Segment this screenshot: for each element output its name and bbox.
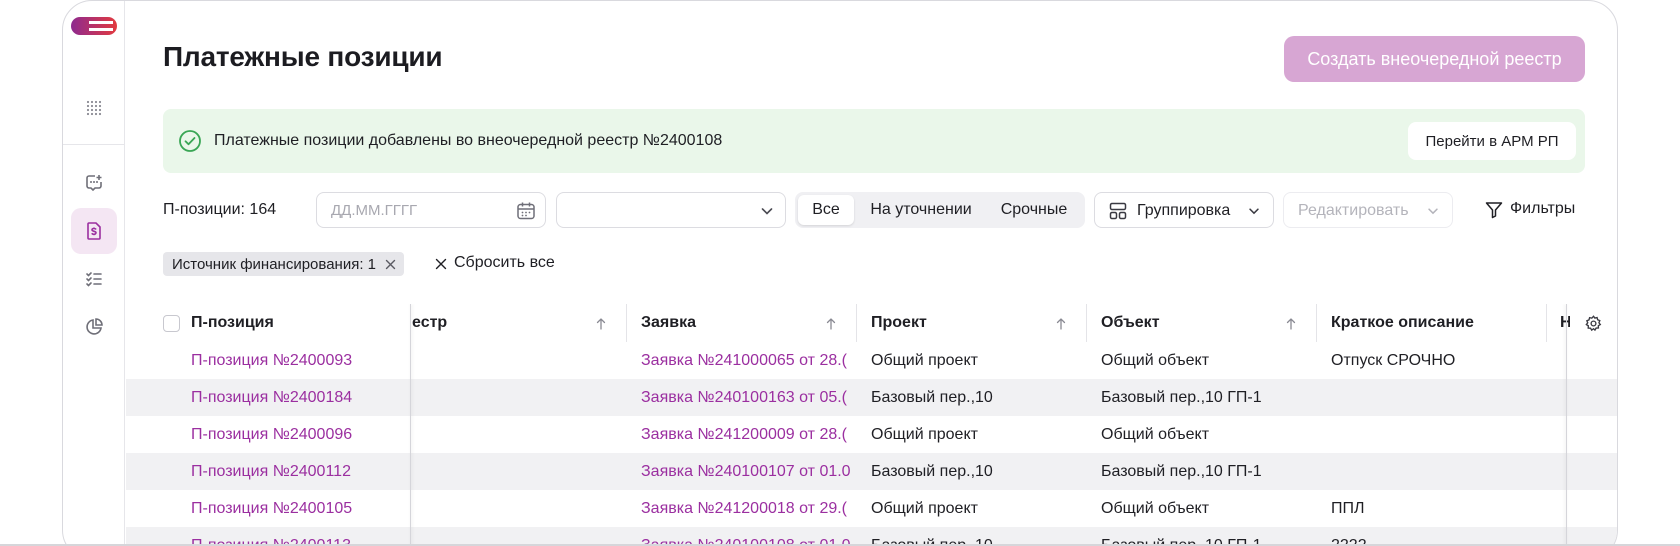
project-cell: Общий проект (871, 425, 978, 443)
select-all-checkbox[interactable] (163, 315, 180, 332)
segment-urgent[interactable]: Срочные (987, 195, 1081, 225)
column-header-registry[interactable]: естр (412, 304, 562, 342)
reset-all-filters-button[interactable]: Сбросить все (435, 254, 555, 272)
filter-chip-label: Источник финансирования: 1 (172, 255, 377, 273)
sort-arrow-icon[interactable] (596, 318, 606, 330)
request-link[interactable]: Заявка №240100163 от 05.( (641, 379, 851, 416)
project-cell: Общий проект (871, 499, 978, 517)
chat-add-icon (86, 175, 102, 192)
chevron-down-icon (761, 208, 773, 215)
page-title: Платежные позиции (163, 41, 443, 72)
edit-dropdown[interactable]: Редактировать (1283, 192, 1453, 228)
positions-count: П-позиции: 164 (163, 201, 277, 218)
description-cell (1331, 379, 1541, 416)
payment-positions-table: П-позиция естр Заявка Проект Объект Крат… (126, 304, 1617, 546)
layout-icon (1109, 202, 1127, 220)
grid-dots-icon (86, 100, 102, 116)
column-divider (1316, 304, 1317, 342)
sidebar (63, 1, 125, 546)
project-cell: Базовый пер.,10 (871, 462, 993, 480)
description-cell: ППЛ (1331, 499, 1365, 517)
date-placeholder: ДД.ММ.ГГГГ (331, 201, 418, 219)
sort-arrow-icon[interactable] (1056, 318, 1066, 330)
column-header-description[interactable]: Краткое описание (1331, 304, 1541, 342)
table-row[interactable]: П-позиция №2400096 Заявка №241200009 от … (126, 416, 1617, 453)
column-header-object[interactable]: Объект (1101, 304, 1261, 342)
table-row[interactable]: П-позиция №2400112 Заявка №240100107 от … (126, 453, 1617, 490)
apps-menu-button[interactable] (71, 85, 117, 131)
table-row[interactable]: П-позиция №2400184 Заявка №240100163 от … (126, 379, 1617, 416)
frozen-right-edge (1566, 304, 1567, 546)
go-to-arm-rp-button[interactable]: Перейти в АРМ РП (1408, 122, 1576, 160)
chevron-down-icon (1428, 208, 1438, 215)
sort-arrow-icon[interactable] (826, 318, 836, 330)
position-link[interactable]: П-позиция №2400096 (191, 416, 406, 453)
column-divider (1546, 304, 1547, 342)
sidebar-item-reports[interactable] (71, 304, 117, 350)
reset-all-label: Сбросить все (454, 254, 555, 271)
sidebar-item-payment-positions[interactable] (71, 208, 117, 254)
brand-logo[interactable] (71, 17, 117, 35)
pie-chart-icon (86, 318, 103, 335)
table-row[interactable]: П-позиция №2400093 Заявка №241000065 от … (126, 342, 1617, 379)
position-link[interactable]: П-позиция №2400184 (191, 379, 406, 416)
column-divider (626, 304, 627, 342)
edit-label: Редактировать (1298, 202, 1409, 219)
request-link[interactable]: Заявка №240100107 от 01.0 (641, 453, 851, 490)
object-cell: Общий объект (1101, 499, 1210, 517)
description-cell: Отпуск СРОЧНО (1331, 351, 1456, 369)
column-divider (1086, 304, 1087, 342)
position-link[interactable]: П-позиция №2400112 (191, 453, 406, 490)
close-icon (435, 258, 447, 270)
request-link[interactable]: Заявка №241200009 от 28.( (641, 416, 851, 453)
table-row[interactable]: П-позиция №2400105 Заявка №241200018 от … (126, 490, 1617, 527)
status-segmented-control: Все На уточнении Срочные (795, 192, 1085, 228)
column-header-next[interactable]: На (1560, 304, 1570, 342)
object-cell: Общий объект (1101, 351, 1210, 369)
column-header-request[interactable]: Заявка (641, 304, 801, 342)
grouping-dropdown[interactable]: Группировка (1094, 192, 1274, 228)
segment-all[interactable]: Все (798, 195, 854, 225)
calendar-icon[interactable] (515, 200, 537, 222)
gear-icon[interactable] (1585, 315, 1602, 332)
segment-clarification[interactable]: На уточнении (859, 195, 983, 225)
create-extraordinary-registry-button[interactable]: Создать внеочередной реестр (1284, 36, 1585, 82)
object-cell: Общий объект (1101, 425, 1210, 443)
project-cell: Общий проект (871, 351, 978, 369)
column-header-position[interactable]: П-позиция (191, 304, 401, 342)
sidebar-divider (63, 144, 125, 145)
description-cell (1331, 416, 1541, 453)
position-link[interactable]: П-позиция №2400105 (191, 490, 406, 527)
column-divider (856, 304, 857, 342)
grouping-label: Группировка (1137, 202, 1231, 219)
filter-chip-funding-source: Источник финансирования: 1 (163, 252, 405, 276)
filters-label: Фильтры (1510, 200, 1576, 217)
funnel-icon (1485, 202, 1503, 219)
table-header: П-позиция естр Заявка Проект Объект Крат… (126, 304, 1617, 342)
frozen-column-edge (410, 304, 411, 546)
check-circle-icon (179, 130, 201, 152)
sidebar-item-tasks[interactable] (71, 256, 117, 302)
checklist-icon (86, 272, 102, 287)
column-header-project[interactable]: Проект (871, 304, 1031, 342)
close-icon[interactable] (385, 259, 396, 270)
project-cell: Базовый пер.,10 (871, 388, 993, 406)
chevron-down-icon (1249, 208, 1259, 215)
success-banner: Платежные позиции добавлены во внеочеред… (163, 109, 1585, 173)
object-cell: Базовый пер.,10 ГП-1 (1101, 462, 1262, 480)
source-select[interactable] (556, 192, 786, 228)
sort-arrow-icon[interactable] (1286, 318, 1296, 330)
position-link[interactable]: П-позиция №2400093 (191, 342, 406, 379)
app-window: Платежные позиции Создать внеочередной р… (62, 0, 1618, 546)
request-link[interactable]: Заявка №241200018 от 29.( (641, 490, 851, 527)
date-field[interactable]: ДД.ММ.ГГГГ (316, 192, 546, 228)
description-cell (1331, 453, 1541, 490)
sidebar-item-requests[interactable] (71, 160, 117, 206)
object-cell: Базовый пер.,10 ГП-1 (1101, 388, 1262, 406)
banner-message: Платежные позиции добавлены во внеочеред… (214, 132, 723, 149)
request-link[interactable]: Заявка №241000065 от 28.( (641, 342, 851, 379)
payment-doc-icon (87, 222, 101, 240)
